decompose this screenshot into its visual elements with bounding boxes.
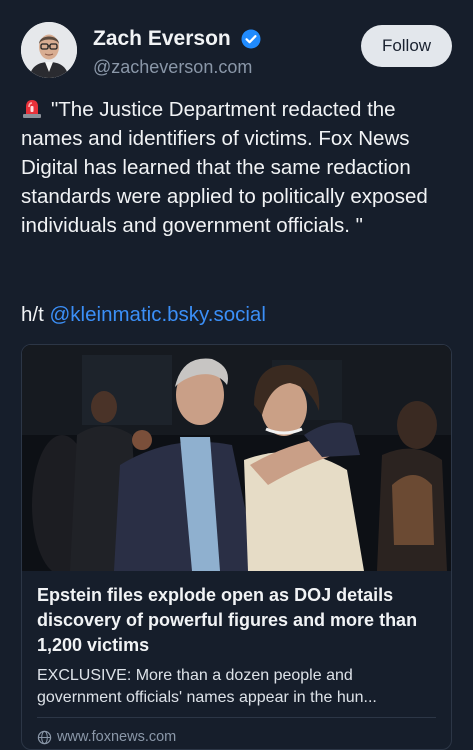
link-card-divider [37, 717, 436, 718]
mention-link[interactable]: @kleinmatic.bsky.social [50, 303, 266, 326]
police-siren-emoji-icon [23, 100, 41, 118]
verified-check-icon [241, 29, 261, 49]
post-body: "The Justice Department redacted the nam… [21, 98, 428, 237]
link-card[interactable]: Epstein files explode open as DOJ detail… [21, 344, 452, 750]
author-block: Zach Everson @zacheverson.com [93, 26, 261, 78]
post[interactable]: Zach Everson @zacheverson.com Follow "Th… [0, 0, 473, 750]
link-card-title[interactable]: Epstein files explode open as DOJ detail… [37, 583, 437, 658]
person-avatar-icon [21, 22, 77, 78]
author-handle[interactable]: @zacheverson.com [93, 56, 261, 78]
link-card-description: EXCLUSIVE: More than a dozen people and … [37, 667, 377, 706]
avatar[interactable] [21, 22, 77, 78]
post-text: "The Justice Department redacted the nam… [21, 95, 452, 240]
link-card-domain[interactable]: www.foxnews.com [37, 728, 176, 746]
display-name[interactable]: Zach Everson [93, 26, 231, 52]
link-card-photo [22, 345, 451, 575]
globe-icon [37, 730, 52, 744]
follow-button[interactable]: Follow [361, 25, 452, 67]
hat-tip-prefix: h/t [21, 303, 50, 326]
link-card-domain-text: www.foxnews.com [57, 729, 177, 745]
hat-tip: h/t @kleinmatic.bsky.social [21, 300, 266, 329]
post-header: Zach Everson @zacheverson.com Follow [21, 22, 452, 82]
link-card-image [22, 345, 451, 575]
